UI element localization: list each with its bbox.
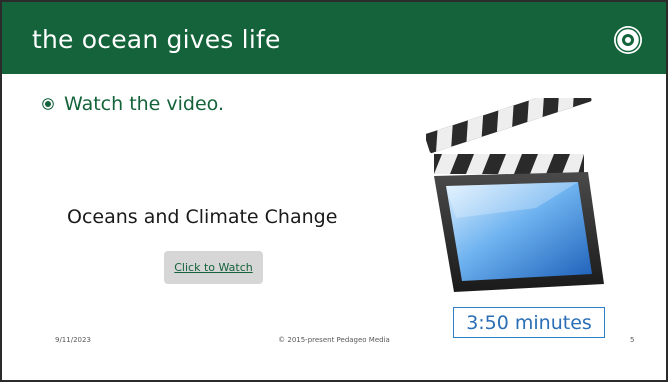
click-to-watch-link[interactable]: Click to Watch [174,261,253,274]
footer-copyright: © 2015-present Pedageo Media [278,336,390,344]
school-seal-logo-icon [614,26,642,54]
slide-title: the ocean gives life [32,25,281,54]
bullet-text: Watch the video. [64,93,225,115]
bullet-dot-icon [42,98,54,110]
slide: the ocean gives life Watch the video. Oc… [0,0,668,382]
bullet-item: Watch the video. [42,93,224,115]
click-to-watch-button[interactable]: Click to Watch [164,251,263,284]
clapperboard-icon [426,98,604,292]
footer-page-number: 5 [630,336,635,344]
video-duration: 3:50 minutes [453,307,605,338]
video-title: Oceans and Climate Change [67,206,338,228]
slide-header: the ocean gives life [2,2,666,74]
